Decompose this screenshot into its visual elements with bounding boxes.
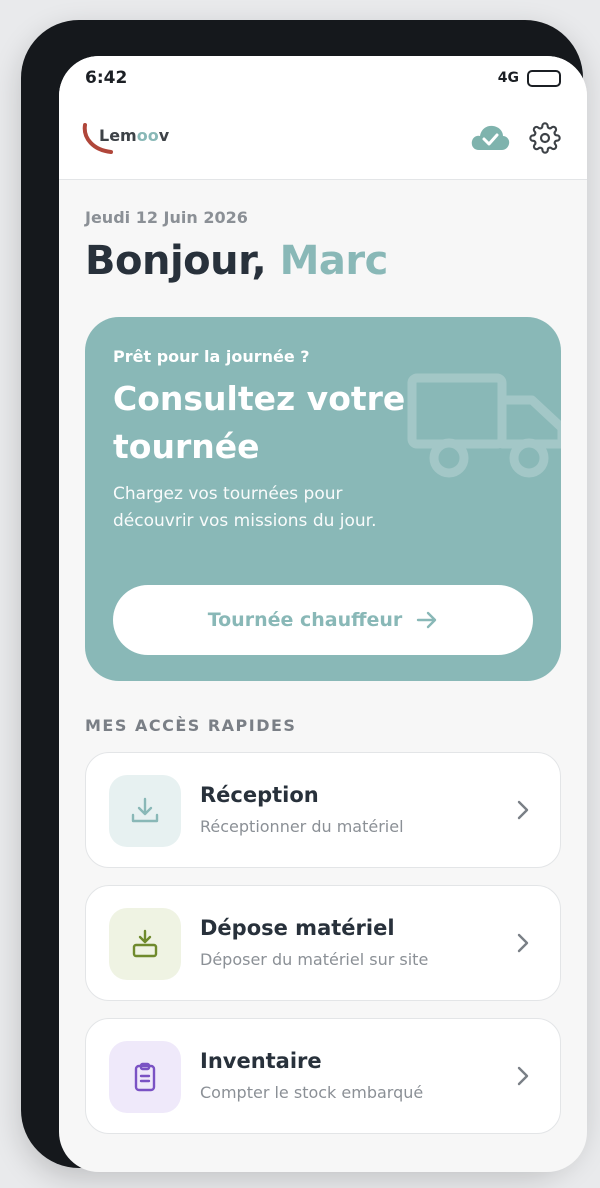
depose-title: Dépose matériel bbox=[200, 916, 395, 940]
app-screen: 6:42 4G Lemoov Jeudi 12 Juin 2026 Bonjou… bbox=[59, 56, 587, 1172]
drop-box-icon bbox=[132, 929, 158, 958]
cloud-check-icon bbox=[471, 125, 510, 150]
quick-access-reception[interactable]: Réception Réceptionner du matériel bbox=[85, 752, 561, 868]
quick-access-depose[interactable]: Dépose matériel Déposer du matériel sur … bbox=[85, 885, 561, 1001]
chevron-right-icon bbox=[517, 933, 529, 953]
phone-frame: 6:42 4G Lemoov Jeudi 12 Juin 2026 Bonjou… bbox=[21, 20, 587, 1172]
driver-tour-button[interactable]: Tournée chauffeur bbox=[113, 585, 533, 655]
driver-tour-button-label: Tournée chauffeur bbox=[207, 609, 403, 631]
reception-title: Réception bbox=[200, 783, 319, 807]
app-logo: Lemoov bbox=[81, 122, 171, 156]
settings-button[interactable] bbox=[529, 122, 561, 154]
arrow-right-icon bbox=[417, 611, 437, 629]
status-time: 6:42 bbox=[85, 68, 128, 88]
gear-icon bbox=[529, 122, 561, 154]
depose-icon-tile bbox=[109, 908, 181, 980]
status-bar: 6:42 4G bbox=[59, 56, 587, 102]
inventaire-icon-tile bbox=[109, 1041, 181, 1113]
quick-access-title: MES ACCÈS RAPIDES bbox=[85, 716, 297, 735]
chevron-right-icon bbox=[517, 1066, 529, 1086]
inventaire-title: Inventaire bbox=[200, 1049, 322, 1073]
hero-description: Chargez vos tournées pour découvrir vos … bbox=[113, 484, 377, 531]
chevron-right-icon bbox=[517, 800, 529, 820]
clipboard-icon bbox=[134, 1062, 156, 1092]
hero-title: Consultez votre tournée bbox=[113, 379, 406, 466]
app-header: Lemoov bbox=[59, 102, 587, 180]
depose-subtitle: Déposer du matériel sur site bbox=[200, 950, 429, 969]
battery-icon bbox=[527, 70, 561, 87]
quick-access-inventaire[interactable]: Inventaire Compter le stock embarqué bbox=[85, 1018, 561, 1134]
user-name: Marc bbox=[279, 238, 389, 284]
status-network: 4G bbox=[497, 70, 519, 86]
truck-icon bbox=[407, 373, 561, 478]
inventaire-subtitle: Compter le stock embarqué bbox=[200, 1083, 424, 1102]
greeting-title: Bonjour, Marc bbox=[85, 238, 388, 284]
current-date: Jeudi 12 Juin 2026 bbox=[85, 208, 248, 227]
hero-kicker: Prêt pour la journée ? bbox=[113, 347, 310, 366]
download-tray-icon bbox=[131, 797, 159, 823]
reception-subtitle: Réceptionner du matériel bbox=[200, 817, 404, 836]
reception-icon-tile bbox=[109, 775, 181, 847]
logo-text: Lemoov bbox=[99, 126, 170, 145]
tour-hero-card: Prêt pour la journée ? Consultez votre t… bbox=[85, 317, 561, 681]
sync-status-button[interactable] bbox=[469, 120, 511, 156]
